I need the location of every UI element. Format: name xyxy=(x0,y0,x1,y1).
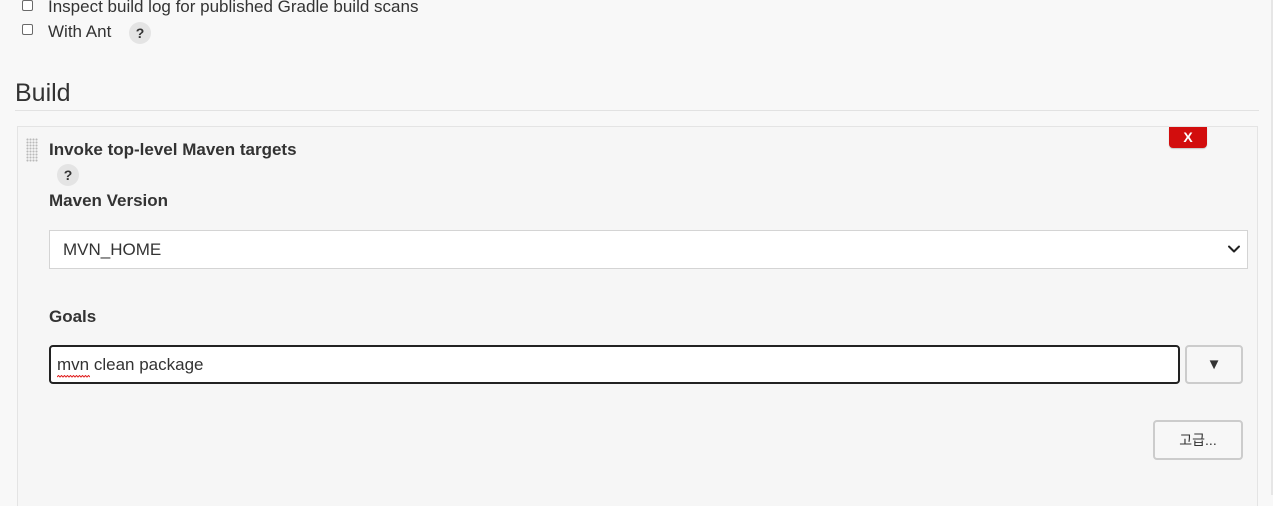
inspect-build-log-label: Inspect build log for published Gradle b… xyxy=(48,0,419,16)
chevron-down-icon xyxy=(1228,245,1240,253)
spellcheck-underline-icon xyxy=(57,375,90,378)
goals-value: mvn clean package xyxy=(57,355,204,374)
section-title-build: Build xyxy=(15,79,71,107)
with-ant-checkbox[interactable] xyxy=(22,24,33,35)
section-divider xyxy=(15,110,1259,111)
goals-expand-button[interactable]: ▼ xyxy=(1185,345,1243,384)
maven-version-selected: MVN_HOME xyxy=(63,240,162,259)
inspect-build-log-checkbox[interactable] xyxy=(22,0,33,11)
maven-version-select[interactable]: MVN_HOME xyxy=(49,230,1248,269)
delete-step-button[interactable]: X xyxy=(1169,127,1207,148)
build-step-title: Invoke top-level Maven targets xyxy=(49,140,297,159)
goals-input[interactable]: mvn clean package xyxy=(49,345,1180,384)
with-ant-help-icon[interactable]: ? xyxy=(129,22,151,44)
drag-handle-icon[interactable] xyxy=(26,138,38,162)
maven-version-label: Maven Version xyxy=(49,191,169,210)
build-step-help-icon[interactable]: ? xyxy=(57,164,79,186)
build-step-panel xyxy=(17,126,1258,506)
goals-label: Goals xyxy=(49,307,97,326)
advanced-button[interactable]: 고급... xyxy=(1153,420,1243,460)
with-ant-label: With Ant xyxy=(48,22,112,41)
